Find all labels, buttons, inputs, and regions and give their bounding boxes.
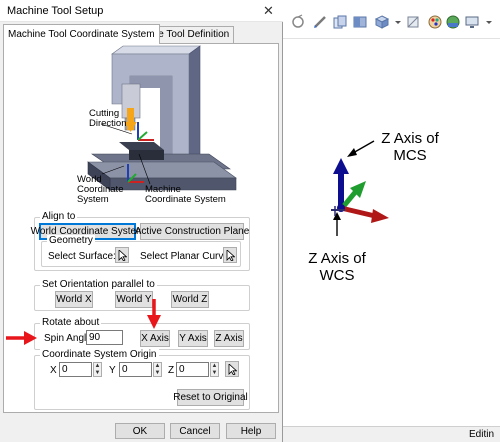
reset-to-original-button[interactable]: Reset to Original <box>173 389 248 406</box>
world-z-button[interactable]: World Z <box>171 291 209 308</box>
illus-mcs-line2: Coordinate System <box>145 194 226 205</box>
wcs-pointer-arrow-icon <box>333 212 341 236</box>
spin-up-icon[interactable]: ▲ <box>211 363 218 370</box>
display-icon[interactable] <box>464 14 480 30</box>
world-y-button[interactable]: World Y <box>115 291 153 308</box>
view-cube-icon[interactable] <box>374 14 390 30</box>
shade-icon[interactable] <box>352 14 368 30</box>
origin-z-spinner[interactable]: ▲ ▼ <box>210 362 219 377</box>
tab-machine-tool-coordinate-system[interactable]: Machine Tool Coordinate System <box>3 24 160 44</box>
coordinate-triad <box>331 158 389 223</box>
spin-angle-input[interactable] <box>86 330 123 345</box>
spin-down-icon[interactable]: ▼ <box>154 370 161 377</box>
geometry-group: Geometry Select Surface: Select Planar C… <box>41 235 241 267</box>
cad-viewport[interactable] <box>283 40 500 420</box>
dialog-title: Machine Tool Setup <box>7 5 104 17</box>
y-axis-button[interactable]: Y Axis <box>178 330 208 347</box>
align-to-label: Align to <box>40 211 78 222</box>
select-planar-curve-label: Select Planar Curve: <box>140 251 232 262</box>
machine-tool-setup-dialog: Machine Tool Setup ✕ Machine Tool Coordi… <box>0 0 283 442</box>
pick-origin-button[interactable] <box>225 361 239 377</box>
origin-y-label: Y <box>109 365 116 376</box>
origin-x-input[interactable] <box>59 362 92 377</box>
render-icon[interactable] <box>445 14 461 30</box>
cursor-arrow-icon <box>226 249 235 261</box>
illus-cutting-direction-line2: Direction <box>89 118 127 129</box>
origin-z-input[interactable] <box>176 362 209 377</box>
machine-illustration: Cutting Direction World Coordinate Syste… <box>77 45 237 205</box>
close-icon[interactable]: ✕ <box>263 3 274 19</box>
select-surface-label: Select Surface: <box>48 251 116 262</box>
toolbar-divider <box>283 38 500 39</box>
orientation-label: Set Orientation parallel to <box>40 279 157 290</box>
cancel-button[interactable]: Cancel <box>170 423 220 439</box>
color-palette-icon[interactable] <box>427 14 443 30</box>
origin-group: Coordinate System Origin X ▲▼ Y ▲▼ Z ▲▼ … <box>34 349 250 410</box>
orientation-group: Set Orientation parallel to World X Worl… <box>34 279 250 311</box>
red-arrow-right-icon <box>6 331 37 345</box>
world-x-button[interactable]: World X <box>55 291 93 308</box>
title-bar: Machine Tool Setup ✕ <box>0 0 283 22</box>
view-toolbar <box>290 14 500 34</box>
illus-wcs-line3: System <box>77 194 109 205</box>
cursor-arrow-icon <box>118 249 127 261</box>
origin-y-spinner[interactable]: ▲ ▼ <box>153 362 162 377</box>
x-axis-button[interactable]: X Axis <box>140 330 170 347</box>
origin-y-input[interactable] <box>119 362 152 377</box>
origin-label: Coordinate System Origin <box>40 349 159 360</box>
rotate-about-label: Rotate about <box>40 317 102 328</box>
select-planar-curve-button[interactable] <box>223 247 237 263</box>
chevron-down-icon[interactable] <box>481 14 497 30</box>
select-surface-button[interactable] <box>115 247 129 263</box>
mcs-pointer-arrow-icon <box>347 140 375 157</box>
active-construction-plane-button[interactable]: Active Construction Plane <box>135 223 249 240</box>
spin-down-icon[interactable]: ▼ <box>94 370 101 377</box>
hide-show-icon[interactable] <box>405 14 421 30</box>
z-axis-button[interactable]: Z Axis <box>214 330 244 347</box>
spin-up-icon[interactable]: ▲ <box>154 363 161 370</box>
pencil-icon[interactable] <box>312 14 328 30</box>
rotate-about-group: Rotate about Spin Angle: X Axis Y Axis Z… <box>34 317 250 350</box>
origin-z-label: Z <box>168 365 175 376</box>
geometry-label: Geometry <box>47 235 95 246</box>
ok-button[interactable]: OK <box>115 423 165 439</box>
origin-x-label: X <box>50 365 57 376</box>
view-rotate-icon[interactable] <box>290 14 306 30</box>
copy-icon[interactable] <box>332 14 348 30</box>
cursor-arrow-icon <box>228 363 237 375</box>
origin-x-spinner[interactable]: ▲ ▼ <box>93 362 102 377</box>
spin-up-icon[interactable]: ▲ <box>94 363 101 370</box>
status-text: Editin <box>468 429 494 440</box>
status-bar: Editin <box>283 426 500 442</box>
tab-panel: Cutting Direction World Coordinate Syste… <box>3 43 279 413</box>
chevron-down-icon[interactable] <box>390 14 406 30</box>
help-button[interactable]: Help <box>226 423 276 439</box>
spin-down-icon[interactable]: ▼ <box>211 370 218 377</box>
